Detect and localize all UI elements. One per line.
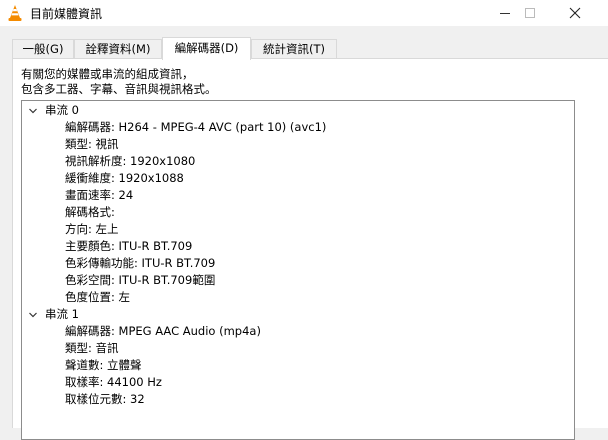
description-line-1: 有關您的媒體或串流的組成資訊， — [21, 67, 194, 81]
chevron-down-icon[interactable] — [28, 106, 38, 116]
tree-item[interactable]: 色彩空間: ITU-R BT.709範圍 — [65, 272, 215, 289]
tree-item[interactable]: 類型: 音訊 — [65, 340, 119, 357]
tab-label: 統計資訊(T) — [263, 42, 325, 56]
tab-statistics[interactable]: 統計資訊(T) — [251, 39, 337, 58]
tab-metadata[interactable]: 詮釋資料(M) — [74, 39, 162, 58]
maximize-button[interactable] — [507, 0, 553, 26]
codec-tree-view[interactable]: 串流 0 編解碼器: H264 - MPEG-4 AVC (part 10) (… — [21, 100, 575, 440]
tree-item[interactable]: 緩衝維度: 1920x1088 — [65, 170, 184, 187]
tree-item[interactable]: 聲道數: 立體聲 — [65, 357, 142, 374]
tree-item[interactable]: 取樣位元數: 32 — [65, 391, 145, 408]
tab-label: 詮釋資料(M) — [85, 42, 151, 56]
tree-item[interactable]: 色度位置: 左 — [65, 289, 130, 306]
close-icon — [569, 7, 581, 19]
tab-label: 編解碼器(D) — [174, 41, 239, 55]
tree-item[interactable]: 類型: 視訊 — [65, 136, 119, 153]
tab-label: 一般(G) — [22, 42, 64, 56]
tree-item[interactable]: 解碼格式: — [65, 204, 115, 221]
tree-item[interactable]: 視訊解析度: 1920x1080 — [65, 153, 195, 170]
tree-node-stream-0[interactable]: 串流 0 — [22, 102, 574, 119]
tree-node-stream-1[interactable]: 串流 1 — [22, 306, 574, 323]
maximize-icon — [525, 8, 535, 18]
tree-item[interactable]: 畫面速率: 24 — [65, 187, 133, 204]
chevron-down-icon[interactable] — [28, 310, 38, 320]
tab-strip: 一般(G) 詮釋資料(M) 編解碼器(D) 統計資訊(T) — [0, 37, 608, 60]
vlc-cone-icon — [8, 5, 22, 21]
tree-item[interactable]: 方向: 左上 — [65, 221, 119, 238]
tab-general[interactable]: 一般(G) — [12, 39, 74, 58]
stream-label: 串流 0 — [45, 103, 79, 117]
window-title: 目前媒體資訊 — [30, 7, 103, 21]
description-line-2: 包含多工器、字幕、音訊與視訊格式。 — [21, 82, 217, 96]
tree-item[interactable]: 色彩傳輸功能: ITU-R BT.709 — [65, 255, 215, 272]
close-button[interactable] — [552, 0, 598, 26]
tree-item[interactable]: 編解碼器: H264 - MPEG-4 AVC (part 10) (avc1) — [65, 119, 326, 136]
tree-item[interactable]: 編解碼器: MPEG AAC Audio (mp4a) — [65, 323, 261, 340]
tree-item[interactable]: 取樣率: 44100 Hz — [65, 374, 162, 391]
tree-item[interactable]: 主要顏色: ITU-R BT.709 — [65, 238, 192, 255]
stream-label: 串流 1 — [45, 307, 79, 321]
tab-codec[interactable]: 編解碼器(D) — [162, 37, 251, 60]
title-bar: 目前媒體資訊 — [0, 0, 608, 26]
